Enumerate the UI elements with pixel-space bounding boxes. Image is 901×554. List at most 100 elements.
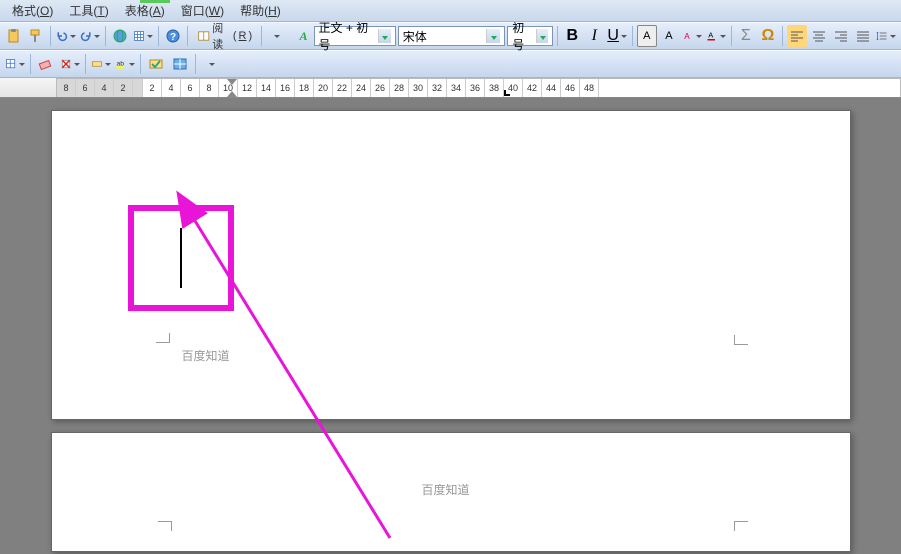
- hyperlink-button[interactable]: [110, 25, 130, 47]
- table-grid-button[interactable]: [169, 53, 191, 75]
- ruler-tick: 40: [504, 79, 523, 97]
- ruler-tick: 12: [238, 79, 257, 97]
- separator: [85, 54, 86, 74]
- ruler-tick: 4: [95, 79, 114, 97]
- eraser-button[interactable]: [35, 53, 57, 75]
- line-spacing-button[interactable]: [875, 25, 897, 47]
- hanging-indent-marker[interactable]: [227, 91, 237, 97]
- style-icon: A: [300, 29, 308, 44]
- align-justify-button[interactable]: [853, 25, 873, 47]
- header-text: 百度知道: [182, 347, 230, 364]
- toolbar-standard: ? 阅读(R) A 正文 + 初号 宋体 初号 B I U A A A A Σ …: [0, 22, 901, 50]
- undo-button[interactable]: [55, 25, 77, 47]
- paste-button[interactable]: [4, 25, 24, 47]
- svg-text:A: A: [708, 31, 713, 40]
- menu-window[interactable]: 窗口(W): [173, 0, 232, 21]
- font-size-selector[interactable]: 初号: [507, 26, 553, 46]
- font-box-button[interactable]: A: [637, 25, 657, 47]
- ruler-tabstop[interactable]: [504, 90, 510, 96]
- separator: [105, 26, 106, 46]
- font-color-button[interactable]: A: [705, 25, 727, 47]
- ruler-tick: 16: [276, 79, 295, 97]
- ruler-tick: 2: [143, 79, 162, 97]
- highlight-button[interactable]: ab: [114, 53, 136, 75]
- svg-text:A: A: [684, 32, 690, 41]
- toolbar-tables-borders: ab: [0, 50, 901, 78]
- separator: [187, 26, 188, 46]
- margin-corner: [152, 329, 170, 343]
- align-right-button[interactable]: [831, 25, 851, 47]
- decorative-strip: [140, 0, 170, 3]
- ruler-tick: 46: [561, 79, 580, 97]
- toolbar-options-button[interactable]: [266, 25, 286, 47]
- ruler-tick: 2: [114, 79, 133, 97]
- char-scaling-button[interactable]: A: [659, 25, 679, 47]
- ruler-tick: 36: [466, 79, 485, 97]
- underline-button[interactable]: U: [606, 25, 628, 47]
- separator: [195, 54, 196, 74]
- page-1[interactable]: 百度知道: [51, 110, 851, 420]
- menu-help[interactable]: 帮助(H): [232, 0, 289, 21]
- insert-row-button[interactable]: [90, 53, 112, 75]
- delete-row-button[interactable]: [59, 53, 81, 75]
- menu-table[interactable]: 表格(A): [117, 0, 173, 21]
- italic-button[interactable]: I: [584, 25, 604, 47]
- ruler-tick: 18: [295, 79, 314, 97]
- sigma-button[interactable]: Σ: [736, 25, 756, 47]
- read-mode-button[interactable]: 阅读(R): [192, 25, 257, 47]
- ruler-tick: 28: [390, 79, 409, 97]
- ruler-tick: 20: [314, 79, 333, 97]
- first-line-indent-marker[interactable]: [227, 79, 237, 85]
- separator: [782, 26, 783, 46]
- menu-tools[interactable]: 工具(T): [61, 0, 116, 21]
- ruler-tick: 30: [409, 79, 428, 97]
- ruler-tick: 22: [333, 79, 352, 97]
- ruler-tick: 42: [523, 79, 542, 97]
- annotation-highlight-box: [128, 205, 234, 311]
- ruler-tick: 8: [57, 79, 76, 97]
- align-left-button[interactable]: [787, 25, 807, 47]
- ruler-tick: 24: [352, 79, 371, 97]
- ruler-tick: 38: [485, 79, 504, 97]
- toolbar2-options-button[interactable]: [200, 53, 222, 75]
- separator: [557, 26, 558, 46]
- text-cursor: [180, 228, 182, 288]
- separator: [261, 26, 262, 46]
- separator: [731, 26, 732, 46]
- margin-corner: [734, 329, 754, 345]
- ruler-tick: 6: [181, 79, 200, 97]
- ruler-tick: 48: [580, 79, 599, 97]
- ruler[interactable]: 8642246810121416182022242628303234363840…: [0, 78, 901, 98]
- format-painter-button[interactable]: [26, 25, 46, 47]
- char-border-button[interactable]: A: [681, 25, 703, 47]
- menu-bar: 格式(O) 工具(T) 表格(A) 窗口(W) 帮助(H): [0, 0, 901, 22]
- table-button[interactable]: [132, 25, 154, 47]
- redo-button[interactable]: [79, 25, 101, 47]
- margin-corner: [734, 521, 754, 537]
- style-selector[interactable]: 正文 + 初号: [314, 26, 396, 46]
- separator: [632, 26, 633, 46]
- help-button[interactable]: ?: [163, 25, 183, 47]
- ruler-tick: 8: [200, 79, 219, 97]
- autoformat-button[interactable]: [145, 53, 167, 75]
- ruler-zero: [133, 79, 143, 97]
- bold-button[interactable]: B: [562, 25, 582, 47]
- ruler-tick: 32: [428, 79, 447, 97]
- page-2[interactable]: 百度知道: [51, 432, 851, 552]
- draw-table-button[interactable]: [4, 53, 26, 75]
- separator: [30, 54, 31, 74]
- document-workspace: 百度知道 百度知道: [0, 98, 901, 554]
- margin-corner: [152, 521, 172, 537]
- ruler-tick: 44: [542, 79, 561, 97]
- align-center-button[interactable]: [809, 25, 829, 47]
- omega-button[interactable]: Ω: [758, 25, 778, 47]
- ruler-tick: 34: [447, 79, 466, 97]
- font-selector[interactable]: 宋体: [398, 26, 505, 46]
- ruler-tick: 26: [371, 79, 390, 97]
- ruler-tick: 14: [257, 79, 276, 97]
- separator: [158, 26, 159, 46]
- ruler-tick: 4: [162, 79, 181, 97]
- menu-format[interactable]: 格式(O): [4, 0, 61, 21]
- svg-text:?: ?: [170, 32, 176, 43]
- separator: [50, 26, 51, 46]
